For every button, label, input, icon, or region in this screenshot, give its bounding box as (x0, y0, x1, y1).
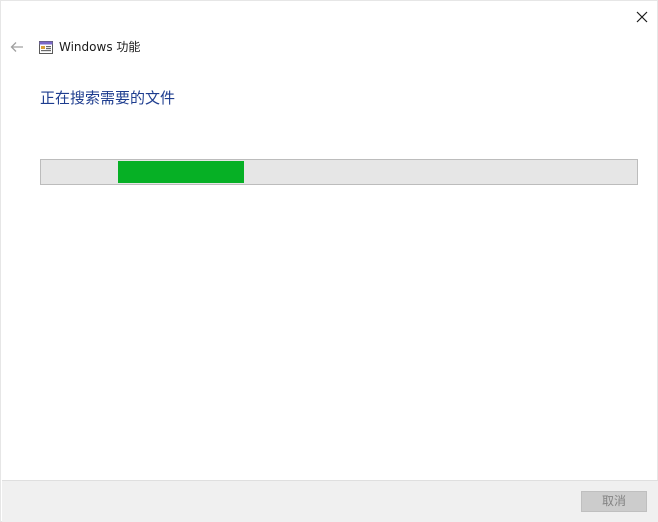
cancel-button[interactable]: 取消 (581, 491, 647, 512)
back-arrow-icon (10, 42, 23, 52)
windows-features-icon (38, 39, 54, 55)
dialog-footer: 取消 (2, 480, 658, 522)
progress-bar (40, 159, 638, 185)
close-button[interactable] (625, 3, 658, 31)
status-heading: 正在搜索需要的文件 (40, 89, 176, 107)
close-icon (636, 11, 648, 23)
dialog-window: Windows 功能 正在搜索需要的文件 取消 (0, 0, 658, 522)
back-button[interactable] (7, 37, 27, 57)
progress-fill (118, 161, 244, 183)
window-title: Windows 功能 (59, 40, 141, 54)
